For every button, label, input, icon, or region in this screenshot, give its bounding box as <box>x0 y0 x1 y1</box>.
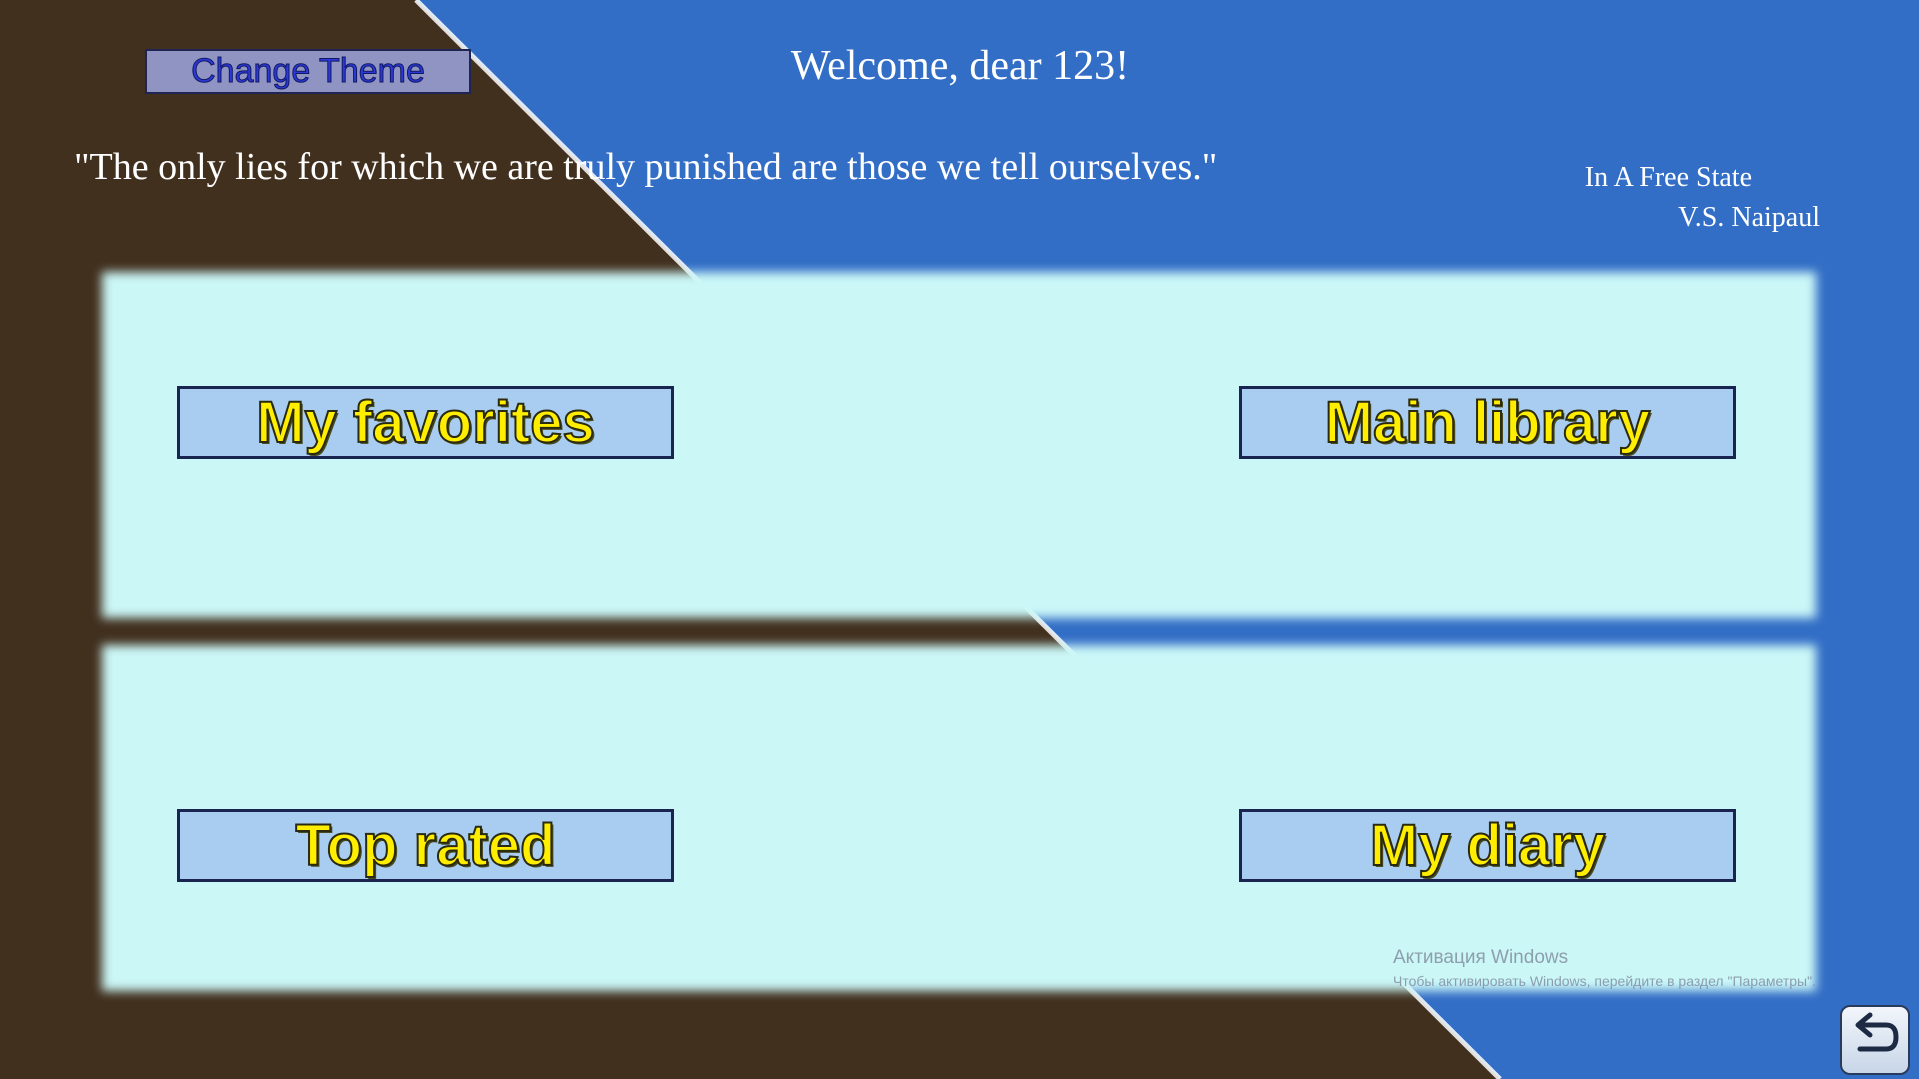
welcome-text: Welcome, dear 123! <box>790 43 1130 89</box>
watermark-title: Активация Windows <box>1393 947 1569 968</box>
change-theme-button[interactable]: Change Theme <box>145 49 471 94</box>
my-favorites-button[interactable]: My favorites <box>177 386 674 459</box>
windows-activation-watermark: Активация Windows Чтобы активировать Win… <box>1393 947 1816 989</box>
back-arrow-icon <box>1855 1012 1899 1052</box>
back-button[interactable] <box>1840 1005 1910 1075</box>
author-name: V.S. Naipaul <box>1678 202 1820 233</box>
quote-text: "The only lies for which we are truly pu… <box>74 146 1218 188</box>
quote-source: In A Free State V.S. Naipaul <box>1580 158 1820 238</box>
main-library-button[interactable]: Main library <box>1239 386 1736 459</box>
watermark-subtitle: Чтобы активировать Windows, перейдите в … <box>1393 973 1816 989</box>
top-rated-button[interactable]: Top rated <box>177 809 674 882</box>
book-title: In A Free State <box>1584 162 1752 193</box>
my-diary-button[interactable]: My diary <box>1239 809 1736 882</box>
